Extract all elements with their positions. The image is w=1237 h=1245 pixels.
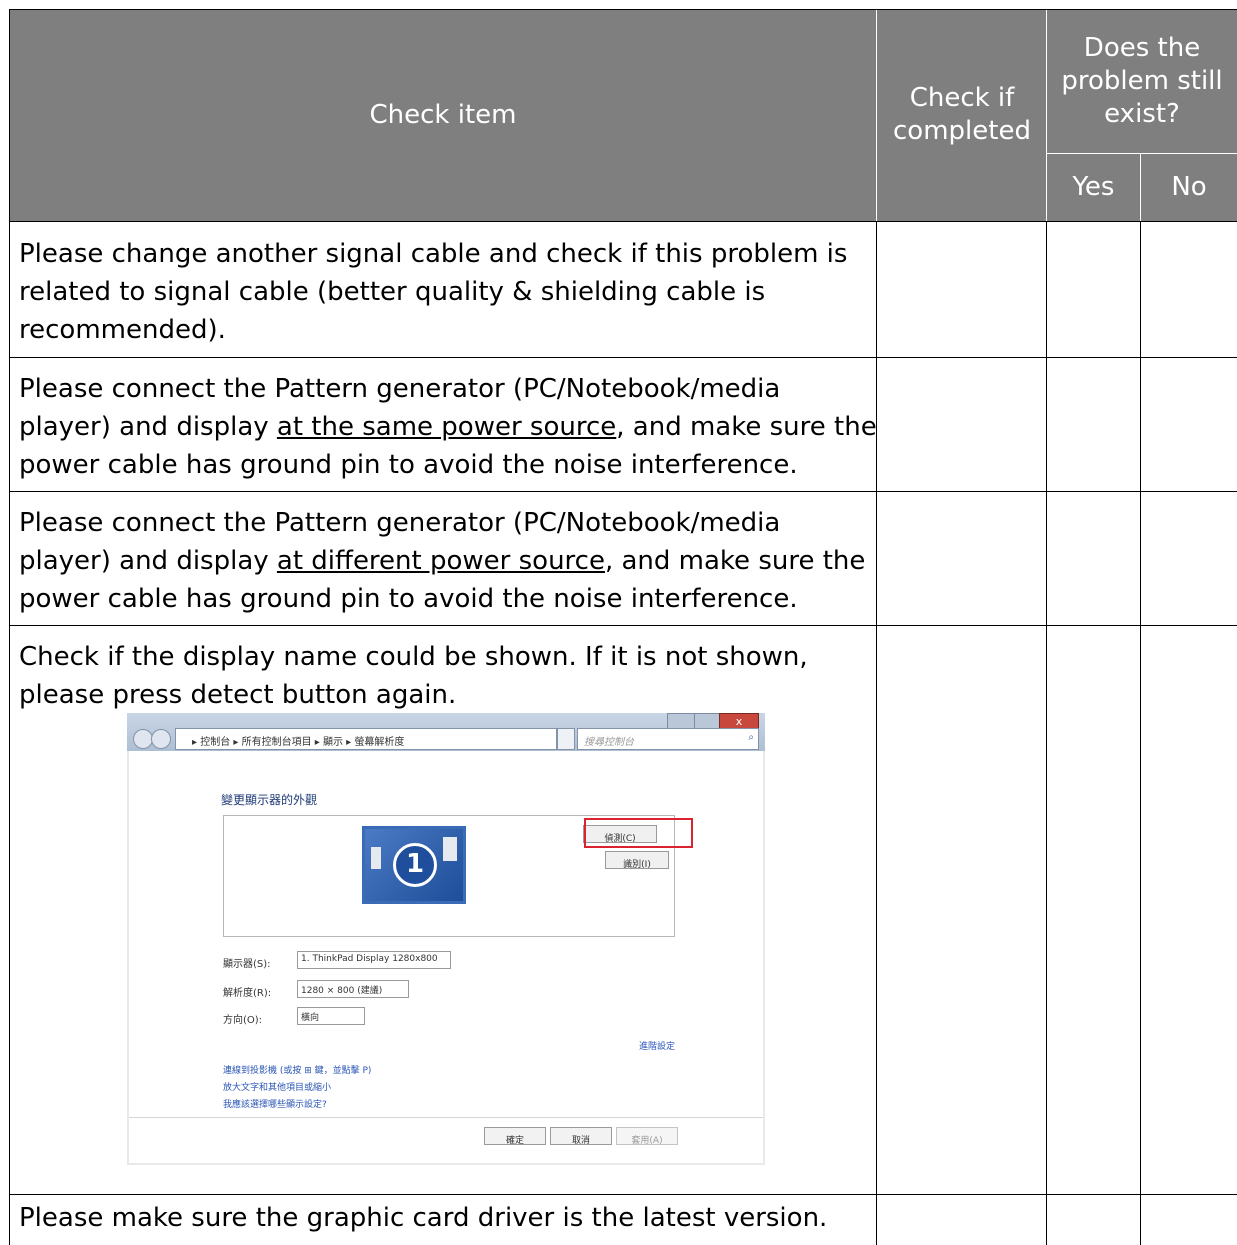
monitor-inner-doc (371, 847, 381, 869)
row2-line2-pre: player) and display (19, 412, 277, 442)
header-check-if-completed-line2: completed (893, 116, 1031, 146)
page-title: 變更顯示器的外觀 (221, 793, 318, 807)
identify-button: 識別(I) (605, 851, 669, 870)
header-problem-line1: Does the (1083, 32, 1201, 63)
table-row: Please connect the Pattern generator (PC… (9, 358, 1237, 491)
ok-button-label: 確定 (505, 1136, 524, 1146)
row3-line3: power cable has ground pin to avoid the … (19, 584, 798, 614)
row2-emphasis: at the same power source (276, 412, 617, 442)
row4-line1: Check if the display name could be shown… (19, 642, 808, 672)
grid-line (1046, 221, 1047, 1245)
header-divider (876, 9, 877, 221)
display-select-value: 1. ThinkPad Display 1280x800 (301, 954, 438, 964)
grid-line (9, 357, 1237, 358)
search-placeholder: 搜尋控制台 (584, 737, 634, 748)
header-yes: Yes (1072, 172, 1115, 202)
orientation-select: 橫向 (297, 1007, 365, 1025)
table-row: Please make sure the graphic card driver… (9, 1195, 1237, 1245)
header-divider (1047, 153, 1237, 154)
grid-line (876, 221, 877, 1245)
screen-resolution-screenshot: x ▸ 控制台 ▸ 所有控制台項目 ▸ 顯示 ▸ 螢幕解析度 搜尋控制台 ⌕ 變… (127, 713, 765, 1165)
cancel-button: 取消 (550, 1127, 612, 1146)
grid-line (9, 1194, 1237, 1195)
row1-text: Please change another signal cable and c… (19, 235, 847, 349)
row2-line1: Please connect the Pattern generator (PC… (19, 374, 781, 404)
header-divider (1046, 9, 1047, 221)
row3-line2: player) and display at different power s… (19, 542, 865, 580)
header-check-if-completed: Check if completed (877, 9, 1047, 221)
grid-line (9, 9, 1237, 10)
grid-line (9, 491, 1237, 492)
forward-button-icon (151, 729, 171, 749)
row3-emphasis: at different power source (276, 546, 605, 576)
grid-line (9, 221, 1237, 222)
row2-line2-post: , and make sure the (616, 412, 877, 442)
projector-link: 連線到投影機 (或按 ⊞ 鍵，並點擊 P) (223, 1066, 372, 1076)
grid-line (9, 9, 10, 1245)
display-settings-help-link: 我應該選擇哪些顯示設定? (223, 1100, 327, 1110)
row3-line1: Please connect the Pattern generator (PC… (19, 508, 781, 538)
header-no: No (1171, 172, 1207, 202)
monitor-inner-doc (443, 837, 457, 861)
header-problem-line3: exist? (1104, 98, 1180, 129)
header-problem-line2: problem still (1061, 65, 1223, 96)
row5-text: Please make sure the graphic card driver… (19, 1203, 828, 1233)
row1-line2: related to signal cable (better quality … (19, 277, 766, 307)
header-problem-still-exist: Does the problem still exist? (1047, 9, 1237, 153)
row4-text: Check if the display name could be shown… (19, 638, 808, 714)
display-label: 顯示器(S): (223, 959, 271, 970)
display-select: 1. ThinkPad Display 1280x800 (297, 951, 451, 969)
table-row: Please change another signal cable and c… (9, 221, 1237, 357)
text-size-link: 放大文字和其他項目或縮小 (223, 1083, 332, 1093)
row1-line1: Please change another signal cable and c… (19, 239, 848, 269)
row4-line2: please press detect button again. (19, 680, 457, 710)
monitor-number: 1 (393, 843, 437, 887)
table-row: Please connect the Pattern generator (PC… (9, 492, 1237, 625)
resolution-label: 解析度(R): (223, 988, 272, 999)
row2-line2: player) and display at the same power so… (19, 408, 877, 446)
row3-line2-post: , and make sure the (604, 546, 866, 576)
cancel-button-label: 取消 (571, 1136, 590, 1146)
row3-text: Please connect the Pattern generator (PC… (19, 504, 865, 618)
orientation-select-value: 橫向 (301, 1013, 320, 1023)
breadcrumb: ▸ 控制台 ▸ 所有控制台項目 ▸ 顯示 ▸ 螢幕解析度 (192, 737, 405, 748)
advanced-settings-link: 進階設定 (639, 1042, 676, 1052)
apply-button: 套用(A) (616, 1127, 678, 1146)
resolution-select-value: 1280 × 800 (建議) (301, 986, 383, 996)
monitor-icon: 1 (362, 826, 466, 904)
header-divider (1140, 154, 1141, 221)
footer-divider (129, 1117, 763, 1118)
orientation-label: 方向(O): (223, 1015, 263, 1026)
row2-line3: power cable has ground pin to avoid the … (19, 450, 798, 480)
search-icon: ⌕ (748, 732, 754, 743)
grid-line (9, 625, 1237, 626)
header-check-if-completed-line1: Check if (909, 83, 1015, 113)
search-box: 搜尋控制台 ⌕ (577, 728, 759, 750)
refresh-icon (557, 728, 575, 750)
grid-line (1140, 221, 1141, 1245)
address-bar: ▸ 控制台 ▸ 所有控制台項目 ▸ 顯示 ▸ 螢幕解析度 (175, 728, 557, 750)
row3-line2-pre: player) and display (19, 546, 277, 576)
row2-text: Please connect the Pattern generator (PC… (19, 370, 877, 484)
apply-button-label: 套用(A) (631, 1136, 663, 1146)
identify-button-label: 識別(I) (623, 860, 651, 870)
resolution-select: 1280 × 800 (建議) (297, 980, 409, 998)
back-button-icon (133, 729, 153, 749)
detect-highlight-box (584, 818, 693, 848)
row1-line3: recommended). (19, 315, 226, 345)
header-check-item: Check item (369, 99, 517, 130)
ok-button: 確定 (484, 1127, 546, 1146)
